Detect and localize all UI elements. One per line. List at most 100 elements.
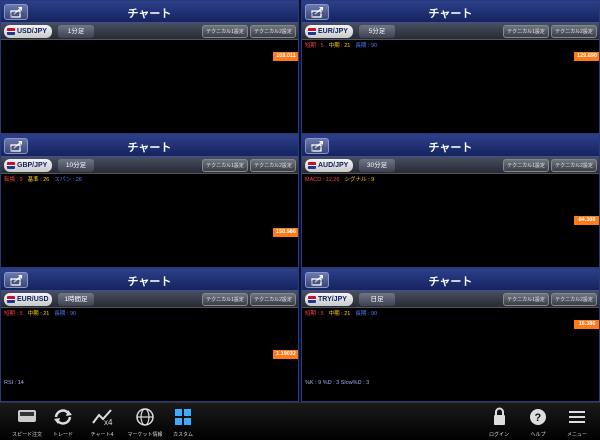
flag-icon xyxy=(308,296,316,303)
speed-order-icon xyxy=(18,410,36,422)
technical2-settings-button[interactable]: テクニカル2設定 xyxy=(551,159,597,172)
chart-panel-aud-jpy: 85.00084.5000.1215-0.121500:0008:0016:00… xyxy=(301,134,600,268)
flag-icon xyxy=(308,28,316,35)
current-price-tag: 15.386 xyxy=(574,320,599,329)
indicator-legend: MACD : 12,26 シグナル : 9 xyxy=(305,175,379,183)
technical1-settings-button[interactable]: テクニカル1設定 xyxy=(503,159,549,172)
chart-panel-eur-usd: 1.195001.1900090501003/18 00:0003/19 00:… xyxy=(0,268,299,402)
chart-panel-gbp-jpy: 151.500151.00021:0000:0003:00チャートGBP/JPY… xyxy=(0,134,299,268)
price-chart[interactable]: 短期 : 5 中期 : 21 長期 : 90 15.386 %K : 9 %D : 3 … xyxy=(302,308,600,402)
custom-grid-icon xyxy=(175,409,191,425)
technical2-settings-button[interactable]: テクニカル2設定 xyxy=(250,293,296,306)
timeframe-button[interactable]: 日足 xyxy=(359,293,395,306)
currency-pair-label: EUR/USD xyxy=(17,296,49,303)
indicator-label: MACD : 12,26 xyxy=(305,177,340,183)
panel-toolbar: EUR/USD 1時間足 テクニカル1設定 テクニカル2設定 xyxy=(1,291,298,308)
technical1-settings-button[interactable]: テクニカル1設定 xyxy=(202,159,248,172)
panel-toolbar: TRY/JPY 日足 テクニカル1設定 テクニカル2設定 xyxy=(302,291,599,308)
custom-button[interactable]: カスタム xyxy=(160,403,206,440)
price-chart[interactable]: 転換 : 9 基準 : 26 スパン : 26 150.986 xyxy=(1,174,299,268)
currency-pair-button[interactable]: AUD/JPY xyxy=(305,159,353,172)
price-chart[interactable]: 短期 : 5 中期 : 21 長期 : 90 129.690 xyxy=(302,40,600,134)
technical1-settings-button[interactable]: テクニカル1設定 xyxy=(202,25,248,38)
panel-header: 1.195001.1900090501003/18 00:0003/19 00:… xyxy=(1,269,298,291)
currency-pair-label: GBP/JPY xyxy=(17,162,48,169)
panel-header: 108.900108.80005:0005:30チャート xyxy=(1,1,298,23)
candlestick-chart[interactable] xyxy=(302,308,600,402)
chart4-label: チャート4 xyxy=(90,432,114,438)
panel-title: チャート xyxy=(127,142,172,154)
panel-title: チャート xyxy=(428,142,473,154)
svg-text:?: ? xyxy=(535,412,542,424)
currency-pair-label: USD/JPY xyxy=(17,28,47,35)
globe-icon xyxy=(136,408,154,426)
indicator-legend: 転換 : 9 基準 : 26 スパン : 26 xyxy=(4,175,87,183)
trade-icon xyxy=(54,409,72,425)
indicator-label: 短期 : 5 xyxy=(305,43,324,49)
indicator-label: スパン : 26 xyxy=(54,177,82,183)
indicator-label: 短期 : 5 xyxy=(305,311,324,317)
bottom-toolbar: スピード注文 トレード x4 チャート4 マーケット情報 カスタム ログイン ?… xyxy=(0,402,600,440)
indicator-legend: 短期 : 5 中期 : 21 長期 : 90 xyxy=(305,309,382,317)
custom-label: カスタム xyxy=(172,432,193,438)
timeframe-button[interactable]: 1分足 xyxy=(58,25,94,38)
technical2-settings-button[interactable]: テクニカル2設定 xyxy=(250,25,296,38)
technical2-settings-button[interactable]: テクニカル2設定 xyxy=(250,159,296,172)
price-chart[interactable]: MACD : 12,26 シグナル : 9 84.308 xyxy=(302,174,600,268)
currency-pair-label: TRY/JPY xyxy=(318,296,347,303)
svg-text:x4: x4 xyxy=(104,418,113,427)
timeframe-button[interactable]: 30分足 xyxy=(359,159,395,172)
chart4-button[interactable]: x4 チャート4 xyxy=(79,403,125,440)
candlestick-chart[interactable] xyxy=(302,174,600,268)
indicator-label: 短期 : 5 xyxy=(4,311,23,317)
panel-header: 14.00090501001/0402/0103/01チャート xyxy=(302,269,599,291)
candlestick-chart[interactable] xyxy=(1,174,299,268)
sub-indicator-label: RSI : 14 xyxy=(4,380,24,386)
currency-pair-label: EUR/JPY xyxy=(318,28,348,35)
indicator-label: シグナル : 9 xyxy=(344,177,375,183)
login-icon xyxy=(494,407,505,425)
currency-pair-button[interactable]: GBP/JPY xyxy=(4,159,52,172)
current-price-tag: 1.19032 xyxy=(273,350,298,360)
panel-header: 129.600129.50001:3003:0004:30チャート xyxy=(302,1,599,23)
indicator-label: 基準 : 26 xyxy=(27,177,50,183)
currency-pair-button[interactable]: EUR/USD xyxy=(4,293,52,306)
indicator-label: 長期 : 90 xyxy=(355,311,378,317)
indicator-label: 長期 : 90 xyxy=(355,43,378,49)
indicator-label: 中期 : 21 xyxy=(328,43,351,49)
current-price-tag: 109.011 xyxy=(273,52,298,61)
panel-header: 85.00084.5000.1215-0.121500:0008:0016:00… xyxy=(302,135,599,157)
chart-panel-eur-jpy: 129.600129.50001:3003:0004:30チャートEUR/JPY… xyxy=(301,0,600,134)
chart-grid: 108.900108.80005:0005:30チャートUSD/JPY1分足テク… xyxy=(0,0,600,402)
candlestick-chart[interactable] xyxy=(1,40,299,134)
timeframe-button[interactable]: 10分足 xyxy=(58,159,94,172)
timeframe-button[interactable]: 1時間足 xyxy=(58,293,94,306)
indicator-legend: 短期 : 5 中期 : 21 長期 : 90 xyxy=(4,309,81,317)
currency-pair-button[interactable]: EUR/JPY xyxy=(305,25,353,38)
flag-icon xyxy=(308,162,316,169)
menu-icon xyxy=(569,411,585,423)
indicator-label: 長期 : 90 xyxy=(54,311,77,317)
candlestick-chart[interactable] xyxy=(302,40,600,134)
technical1-settings-button[interactable]: テクニカル1設定 xyxy=(503,25,549,38)
chart-panel-usd-jpy: 108.900108.80005:0005:30チャート USD/JPY 1分足 テク… xyxy=(0,0,299,134)
panel-toolbar: GBP/JPY 10分足 テクニカル1設定 テクニカル2設定 xyxy=(1,157,298,174)
menu-button[interactable]: メニュー xyxy=(554,403,600,440)
price-chart[interactable]: 109.011 xyxy=(1,40,299,134)
flag-icon xyxy=(7,162,15,169)
panel-toolbar: EUR/JPY 5分足 テクニカル1設定 テクニカル2設定 xyxy=(302,23,599,40)
sub-indicator-label: %K : 9 %D : 3 Slow%D : 3 xyxy=(305,380,370,386)
currency-pair-button[interactable]: TRY/JPY xyxy=(305,293,353,306)
technical1-settings-button[interactable]: テクニカル1設定 xyxy=(202,293,248,306)
indicator-legend: 短期 : 5 中期 : 21 長期 : 90 xyxy=(305,41,382,49)
price-chart[interactable]: 短期 : 5 中期 : 21 長期 : 90 1.19032 RSI : 14 xyxy=(1,308,299,402)
currency-pair-button[interactable]: USD/JPY xyxy=(4,25,52,38)
candlestick-chart[interactable] xyxy=(1,308,299,402)
currency-pair-label: AUD/JPY xyxy=(318,162,349,169)
panel-title: チャート xyxy=(127,8,172,20)
timeframe-button[interactable]: 5分足 xyxy=(359,25,395,38)
technical2-settings-button[interactable]: テクニカル2設定 xyxy=(551,25,597,38)
chart4-icon: x4 xyxy=(92,409,113,427)
technical2-settings-button[interactable]: テクニカル2設定 xyxy=(551,293,597,306)
technical1-settings-button[interactable]: テクニカル1設定 xyxy=(503,293,549,306)
